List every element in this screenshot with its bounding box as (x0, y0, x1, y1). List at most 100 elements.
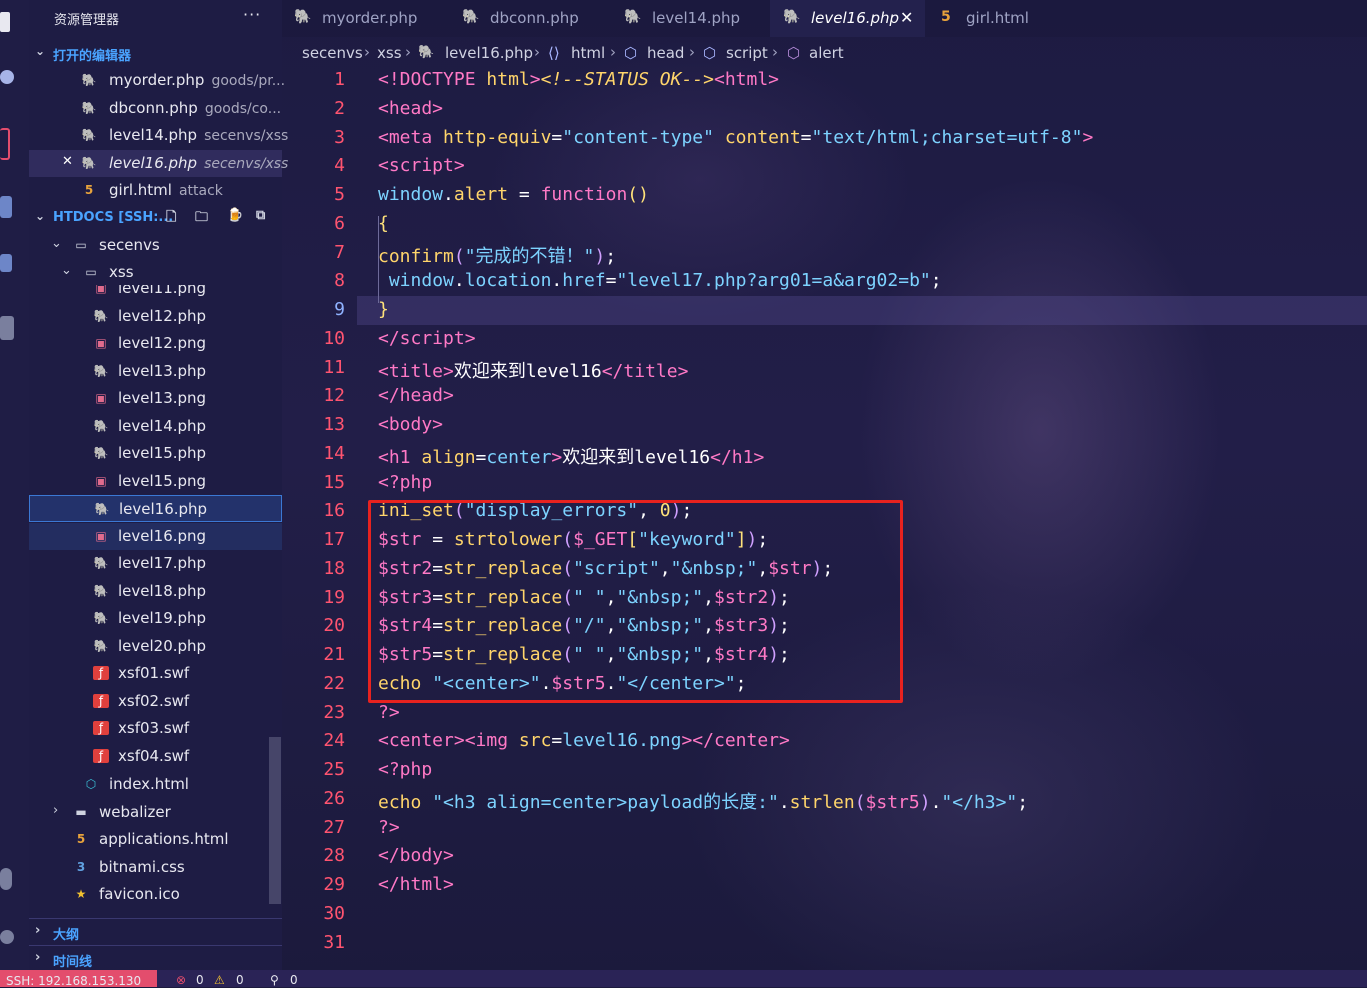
php-elephant-icon: 🐘 (294, 9, 312, 25)
html5-icon: 5 (76, 832, 86, 846)
code-editor[interactable]: 1 2 3 4 5 6 7 8 9 10 11 12 13 14 15 16 17 18 19 20 21 22 23 24 2… (282, 66, 1367, 970)
close-tab-icon[interactable]: ✕ (900, 8, 913, 27)
line-number: 19 (323, 586, 345, 608)
file-item[interactable]: ▣ level12.png (29, 330, 282, 357)
image-icon: ▣ (95, 473, 107, 488)
folder-secenvs[interactable]: ⌄ ▭ secenvs (29, 232, 282, 259)
php-elephant-icon: 🐘 (93, 363, 109, 378)
remote-ssh-indicator[interactable]: SSH: 192.168.153.130 (0, 970, 157, 988)
file-item[interactable]: ƒ xsf01.swf (29, 660, 282, 687)
open-editor-item[interactable]: 5 girl.html attack (29, 177, 282, 204)
flash-icon: ƒ (93, 666, 109, 680)
php-elephant-icon: 🐘 (93, 308, 109, 323)
new-file-icon[interactable]: 🗋 (166, 208, 176, 230)
remote-explorer-icon[interactable] (0, 254, 12, 272)
open-editor-item-active[interactable]: ✕ 🐘 level16.php secenvs/xss (29, 150, 288, 177)
beer-icon[interactable]: 🍺 (227, 208, 243, 223)
breadcrumb-item[interactable]: alert (809, 44, 844, 62)
file-item[interactable]: ▣ level15.png (29, 468, 282, 495)
tab-level16[interactable]: 🐘 level16.php ✕ (770, 0, 925, 37)
code-line: <head> (378, 98, 444, 119)
code-line: </body> (378, 845, 454, 866)
explorer-icon[interactable] (0, 12, 10, 32)
file-item[interactable]: 🐘 level19.php (29, 605, 282, 632)
php-elephant-icon: 🐘 (783, 9, 801, 25)
timeline-section[interactable]: › 时间线 (29, 945, 282, 972)
file-name: level16.php (119, 500, 208, 518)
file-item[interactable]: ▣ level16.png (29, 522, 282, 550)
source-control-icon[interactable] (0, 128, 10, 160)
error-icon[interactable]: ⊗ (176, 973, 186, 987)
open-editor-item[interactable]: 🐘 myorder.php goods/pr... (29, 67, 286, 94)
line-number: 27 (323, 816, 345, 838)
file-item[interactable]: 3 bitnami.css (29, 854, 282, 881)
file-item[interactable]: ⬡ index.html (29, 771, 282, 798)
breadcrumb-item[interactable]: xss (377, 44, 402, 62)
code-line: </script> (378, 328, 476, 349)
warning-icon[interactable]: ⚠ (214, 973, 225, 987)
debug-icon[interactable] (0, 196, 12, 218)
workspace-section[interactable]: ⌄ HTDOCS [SSH:... 🗋 🗀 🍺 ⧉ (29, 205, 282, 232)
outline-section[interactable]: › 大纲 (29, 918, 282, 945)
tab-girl[interactable]: 5 girl.html (925, 0, 1065, 37)
chevron-right-icon: › (53, 803, 59, 818)
css3-icon: 3 (76, 860, 86, 874)
breadcrumb-item[interactable]: level16.php (445, 44, 533, 62)
file-name: xsf03.swf (118, 719, 190, 737)
account-icon[interactable] (0, 868, 12, 890)
php-elephant-icon: 🐘 (462, 9, 480, 25)
file-item[interactable]: 🐘 level12.php (29, 303, 282, 330)
more-actions-icon[interactable]: ··· (243, 5, 261, 24)
line-number: 8 (334, 270, 345, 292)
line-number: 6 (334, 212, 345, 234)
file-item[interactable]: ƒ xsf02.swf (29, 688, 282, 715)
breadcrumb-item[interactable]: html (571, 44, 605, 62)
warning-count: 0 (236, 973, 244, 987)
code-line: window.alert = function() (378, 184, 649, 205)
file-item[interactable]: 🐘 level20.php (29, 633, 282, 660)
highlight-annotation-box (368, 500, 903, 703)
file-item[interactable]: 🐘 level13.php (29, 358, 282, 385)
collapse-all-icon[interactable]: ⧉ (256, 208, 265, 223)
file-item[interactable]: 🐘 level14.php (29, 413, 282, 440)
php-elephant-icon: 🐘 (624, 9, 642, 25)
breadcrumb-item[interactable]: script (726, 44, 768, 62)
open-editor-item[interactable]: 🐘 dbconn.php goods/co... (29, 95, 282, 122)
ports-icon[interactable]: ⚲ (270, 973, 279, 987)
code-line: <?php (378, 472, 433, 493)
chevron-right-icon: › (610, 43, 616, 61)
code-line: <!DOCTYPE html><!--STATUS OK--><html> (378, 69, 780, 90)
tab-level14[interactable]: 🐘 level14.php (607, 0, 770, 37)
tab-dbconn[interactable]: 🐘 dbconn.php (445, 0, 607, 37)
line-number: 20 (323, 615, 345, 637)
file-item[interactable]: 5 applications.html (29, 826, 282, 853)
file-item[interactable]: ƒ xsf03.swf (29, 715, 282, 742)
php-elephant-icon: 🐘 (93, 556, 109, 570)
breadcrumb-item[interactable]: secenvs (302, 44, 363, 62)
extensions-icon[interactable] (0, 316, 14, 340)
file-name: level12.php (118, 306, 207, 325)
code-line: <title>欢迎来到level16</title> (378, 361, 689, 382)
sidebar-scrollbar[interactable] (269, 737, 281, 904)
open-editor-item[interactable]: 🐘 level14.php secenvs/xss (29, 122, 289, 149)
file-item[interactable]: 🐘 level16.php (29, 495, 282, 522)
file-item[interactable]: ▣ level11.png (29, 285, 282, 302)
folder-xss[interactable]: ⌄ ▭ xss (29, 259, 282, 286)
file-item[interactable]: 🐘 level18.php (29, 578, 282, 605)
folder-webalizer[interactable]: › ▬ webalizer (29, 799, 282, 826)
settings-gear-icon[interactable] (0, 930, 14, 944)
search-icon[interactable] (0, 70, 14, 84)
chevron-right-icon: › (35, 923, 41, 938)
breadcrumb-item[interactable]: head (647, 44, 684, 62)
tab-myorder[interactable]: 🐘 myorder.php (282, 0, 445, 37)
file-item[interactable]: ▣ level13.png (29, 385, 282, 412)
line-number: 13 (323, 414, 345, 435)
new-folder-icon[interactable]: 🗀 (195, 208, 208, 230)
file-item[interactable]: ★ favicon.ico (29, 881, 282, 908)
php-elephant-icon: 🐘 (93, 583, 109, 598)
open-editors-section[interactable]: ⌄ 打开的编辑器 (29, 40, 282, 67)
close-icon[interactable]: ✕ (62, 154, 73, 169)
file-item[interactable]: ƒ xsf04.swf (29, 743, 282, 770)
file-item[interactable]: 🐘 level15.php (29, 440, 282, 467)
file-item[interactable]: 🐘 level17.php (29, 550, 282, 577)
